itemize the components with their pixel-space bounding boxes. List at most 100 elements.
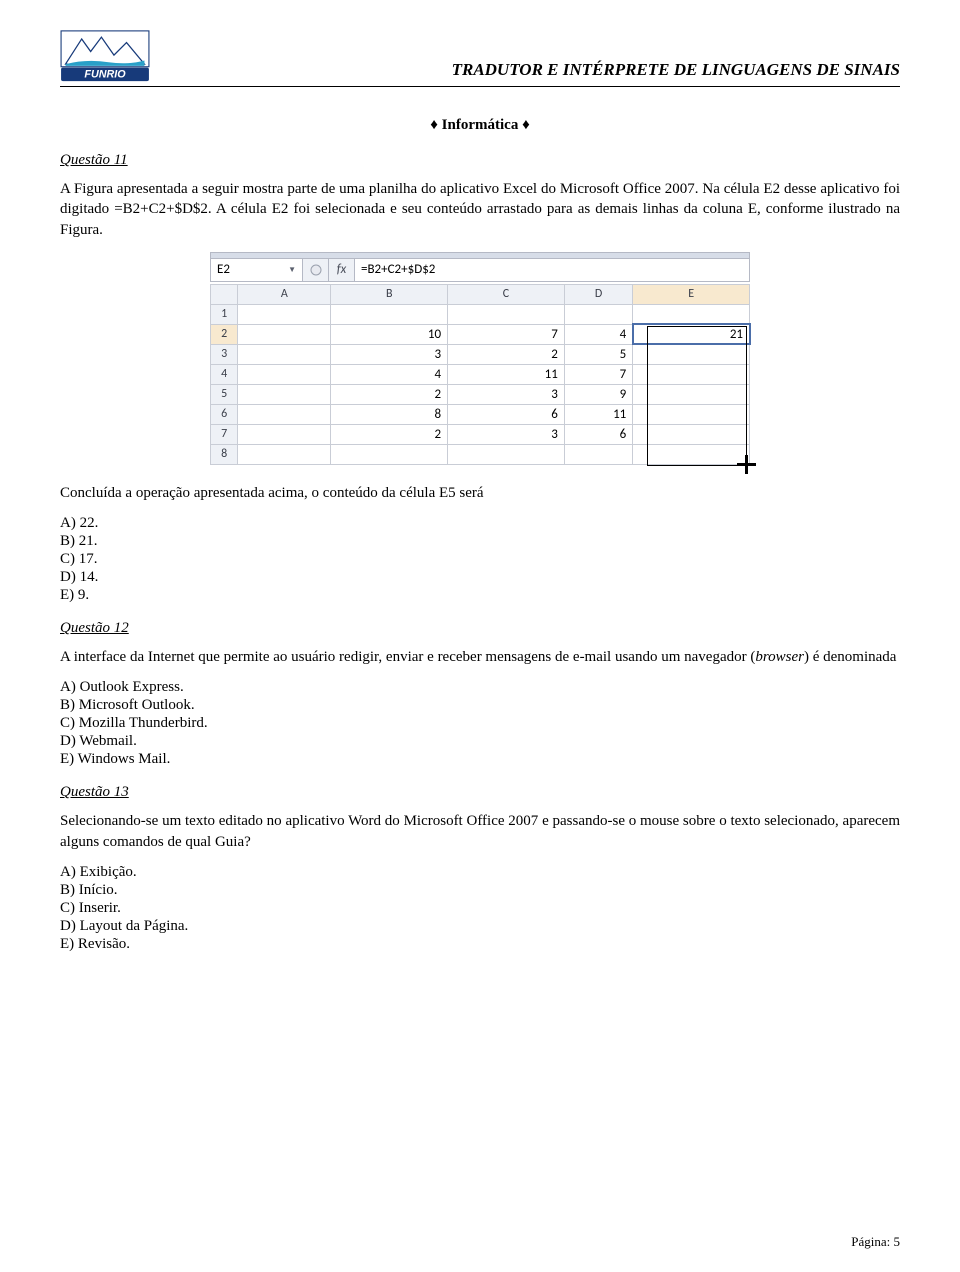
cell[interactable]: 7 [448,324,565,344]
question-13-text: Selecionando-se um texto editado no apli… [60,811,900,852]
question-12-options: A) Outlook Express. B) Microsoft Outlook… [60,679,900,768]
option-c: C) Inserir. [60,900,900,917]
row-header[interactable]: 3 [211,344,238,364]
cell[interactable] [633,364,750,384]
fx-icon[interactable]: fx [329,259,355,281]
cell[interactable]: 11 [564,404,632,424]
cell[interactable]: 9 [564,384,632,404]
question-13-options: A) Exibição. B) Início. C) Inserir. D) L… [60,864,900,953]
cell[interactable] [448,444,565,464]
cell-e2-selected[interactable]: 21 [633,324,750,344]
cell[interactable]: 11 [448,364,565,384]
row-header[interactable]: 7 [211,424,238,444]
question-11-options: A) 22. B) 21. C) 17. D) 14. E) 9. [60,515,900,604]
dropdown-icon[interactable]: ▼ [288,265,296,275]
cell[interactable] [331,304,448,324]
table-row: 6 8 6 11 [211,404,750,424]
cell[interactable] [238,344,331,364]
select-all-corner[interactable] [211,284,238,304]
col-header-a[interactable]: A [238,284,331,304]
option-d: D) 14. [60,569,900,586]
question-12-label: Questão 12 [60,620,900,637]
excel-grid-wrap: A B C D E 1 2 10 7 4 21 [210,284,750,465]
logo: FUNRIO [60,30,150,82]
option-a: A) 22. [60,515,900,532]
cell[interactable] [238,304,331,324]
q12-text-italic: browser [755,649,804,665]
col-header-e[interactable]: E [633,284,750,304]
cell[interactable]: 2 [331,384,448,404]
cell[interactable]: 4 [564,324,632,344]
option-e: E) Windows Mail. [60,751,900,768]
cell[interactable] [238,364,331,384]
fill-handle-icon[interactable] [736,454,758,476]
table-row: 7 2 3 6 [211,424,750,444]
cell[interactable]: 6 [448,404,565,424]
table-row: 5 2 3 9 [211,384,750,404]
cell[interactable]: 2 [448,344,565,364]
cell[interactable] [238,384,331,404]
row-header[interactable]: 4 [211,364,238,384]
question-13-label: Questão 13 [60,784,900,801]
col-header-b[interactable]: B [331,284,448,304]
cell[interactable] [633,404,750,424]
cell[interactable] [238,444,331,464]
cell[interactable]: 8 [331,404,448,424]
cell[interactable] [331,444,448,464]
row-header[interactable]: 1 [211,304,238,324]
cell[interactable]: 10 [331,324,448,344]
option-d: D) Layout da Página. [60,918,900,935]
question-11-text-2: Concluída a operação apresentada acima, … [60,483,900,503]
formula-input[interactable]: =B2+C2+$D$2 [355,259,749,281]
option-e: E) Revisão. [60,936,900,953]
table-row: 1 [211,304,750,324]
row-header[interactable]: 5 [211,384,238,404]
row-header[interactable]: 6 [211,404,238,424]
name-box-value: E2 [217,262,230,277]
option-b: B) Microsoft Outlook. [60,697,900,714]
col-header-c[interactable]: C [448,284,565,304]
row-header[interactable]: 2 [211,324,238,344]
cell[interactable] [633,424,750,444]
excel-formula-bar: E2 ▼ fx =B2+C2+$D$2 [210,258,750,282]
cell[interactable] [564,304,632,324]
cell[interactable]: 5 [564,344,632,364]
option-e: E) 9. [60,587,900,604]
cancel-icon[interactable] [303,259,329,281]
cell[interactable]: 6 [564,424,632,444]
page-header: FUNRIO TRADUTOR E INTÉRPRETE DE LINGUAGE… [60,30,900,87]
cell[interactable]: 3 [448,424,565,444]
table-row: 3 3 2 5 [211,344,750,364]
name-box[interactable]: E2 ▼ [211,259,303,281]
table-row: 8 [211,444,750,464]
option-a: A) Exibição. [60,864,900,881]
option-c: C) Mozilla Thunderbird. [60,715,900,732]
cell[interactable] [238,324,331,344]
cell[interactable] [238,404,331,424]
cell[interactable] [238,424,331,444]
cell[interactable] [448,304,565,324]
row-header[interactable]: 8 [211,444,238,464]
cell[interactable] [633,444,750,464]
cell[interactable] [633,304,750,324]
column-header-row: A B C D E [211,284,750,304]
table-row: 4 4 11 7 [211,364,750,384]
excel-screenshot: E2 ▼ fx =B2+C2+$D$2 A B C D E 1 [210,252,750,465]
cell[interactable] [633,384,750,404]
option-d: D) Webmail. [60,733,900,750]
question-12-text: A interface da Internet que permite ao u… [60,647,900,667]
page-footer: Página: 5 [851,1234,900,1250]
cell[interactable]: 7 [564,364,632,384]
formula-text: =B2+C2+$D$2 [361,262,435,277]
cell[interactable]: 3 [331,344,448,364]
cell[interactable] [633,344,750,364]
question-11-label: Questão 11 [60,152,900,169]
option-c: C) 17. [60,551,900,568]
cell[interactable]: 4 [331,364,448,384]
col-header-d[interactable]: D [564,284,632,304]
mountain-logo-icon: FUNRIO [60,30,150,82]
cell[interactable] [564,444,632,464]
cell[interactable]: 3 [448,384,565,404]
question-11-text-1: A Figura apresentada a seguir mostra par… [60,179,900,240]
cell[interactable]: 2 [331,424,448,444]
